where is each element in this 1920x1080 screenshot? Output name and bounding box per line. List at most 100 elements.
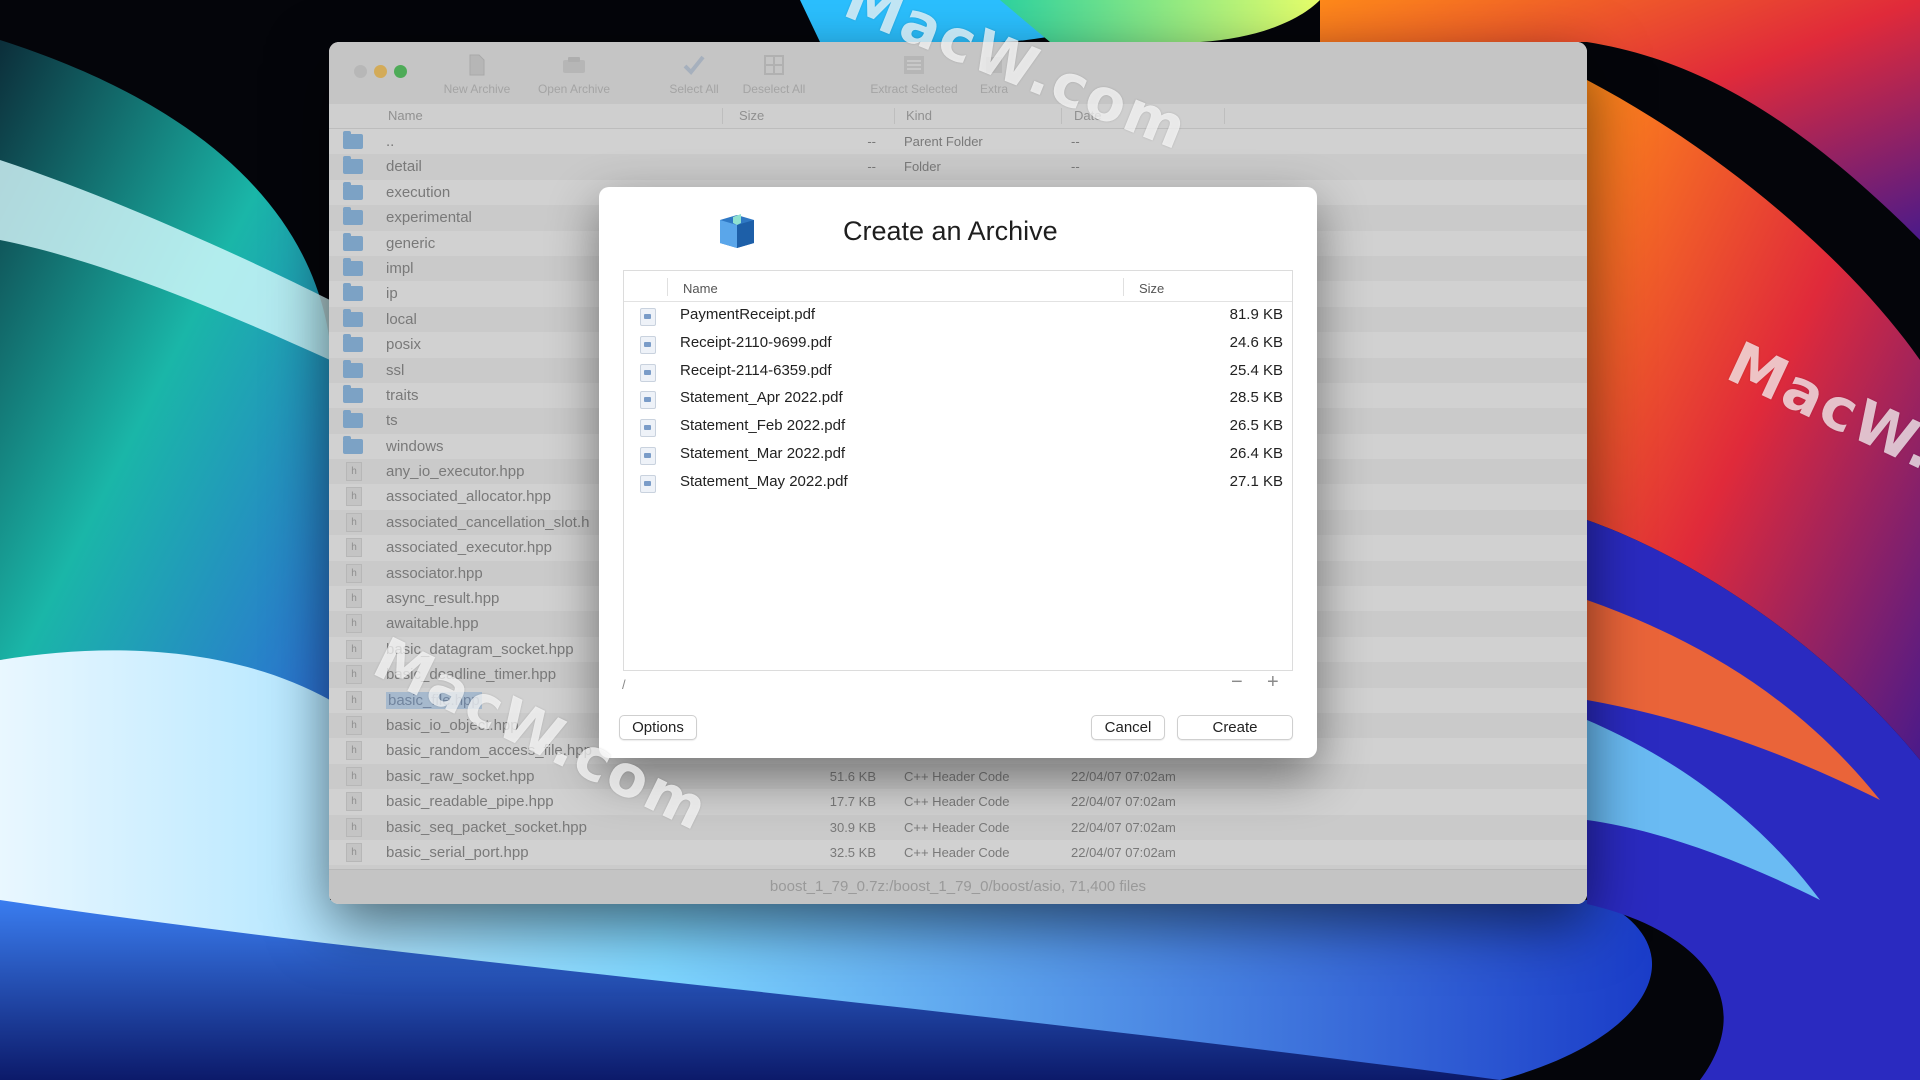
file-name: local (386, 311, 417, 328)
column-kind[interactable]: Kind (906, 108, 932, 123)
file-name: basic_serial_port.hpp (386, 844, 529, 861)
column-name[interactable]: Name (388, 108, 423, 123)
pdf-file-icon (640, 419, 656, 438)
file-size: 24.6 KB (1229, 333, 1283, 351)
header-file-icon: h (346, 792, 362, 812)
file-name: Statement_Feb 2022.pdf (680, 417, 846, 435)
header-file-icon: h (346, 715, 362, 735)
column-divider[interactable] (667, 278, 668, 296)
folder-icon (343, 156, 363, 175)
file-row[interactable]: detail -- Folder -- (329, 154, 1587, 180)
folder-icon (343, 283, 363, 302)
header-file-icon: h (346, 665, 362, 685)
file-name-text: associated_executor.hpp (386, 539, 552, 557)
column-size[interactable]: Size (739, 108, 764, 123)
extract-button[interactable]: Extra (969, 52, 1019, 96)
file-name: ts (386, 412, 398, 429)
file-size: 30.9 KB (829, 819, 876, 835)
folder-icon (343, 435, 363, 454)
file-name: experimental (386, 209, 472, 226)
column-divider[interactable] (1224, 108, 1225, 124)
folder-icon (343, 131, 363, 149)
file-name: ip (386, 285, 398, 302)
file-name-text: generic (386, 234, 436, 252)
file-name: awaitable.hpp (386, 615, 479, 632)
deselect-all-label: Deselect All (742, 82, 806, 96)
add-file-button[interactable]: + (1267, 671, 1279, 694)
header-file-icon: h (346, 462, 362, 482)
file-date: 22/04/07 07:02am (1071, 844, 1176, 860)
file-row[interactable]: h basic_readable_pipe.hpp 17.7 KB C++ Heade… (329, 789, 1587, 815)
pdf-file-icon (640, 474, 656, 493)
file-name: execution (386, 184, 450, 201)
file-size: 17.7 KB (829, 794, 876, 810)
folder-icon (343, 359, 363, 378)
file-name: basic_deadline_timer.hpp (386, 666, 556, 683)
archive-file-row[interactable]: Statement_May 2022.pdf 27.1 KB (624, 469, 1292, 497)
header-file-icon: h (346, 639, 362, 659)
file-size: 28.5 KB (1229, 389, 1283, 407)
file-size: -- (867, 159, 876, 175)
file-row[interactable]: h basic_seq_packet_socket.hpp 30.9 KB C++ H… (329, 814, 1587, 840)
archive-file-row[interactable]: Statement_Feb 2022.pdf 26.5 KB (624, 413, 1292, 441)
deselect-all-button[interactable]: Deselect All (729, 52, 819, 96)
file-name-text: posix (386, 336, 422, 354)
file-size: 51.6 KB (829, 768, 876, 784)
file-name-text: local (386, 310, 417, 328)
list-icon (859, 52, 969, 78)
file-name: Statement_Apr 2022.pdf (680, 389, 843, 407)
close-window-button[interactable] (354, 65, 367, 78)
file-name-text: windows (386, 437, 444, 455)
header-file-icon: h (346, 817, 362, 837)
folder-icon (343, 308, 363, 327)
file-name: windows (386, 438, 444, 455)
file-name: basic_raw_socket.hpp (386, 768, 534, 785)
archive-file-row[interactable]: Statement_Mar 2022.pdf 26.4 KB (624, 441, 1292, 469)
minimize-window-button[interactable] (374, 65, 387, 78)
file-row[interactable]: h basic_raw_socket.hpp 51.6 KB C++ Header C… (329, 763, 1587, 790)
file-size: 25.4 KB (1229, 361, 1283, 379)
file-row[interactable]: h basic_serial_port.hpp 32.5 KB C++ Header … (329, 839, 1587, 866)
file-name: PaymentReceipt.pdf (680, 306, 816, 323)
create-button[interactable]: Create (1177, 715, 1293, 740)
options-button[interactable]: Options (619, 715, 697, 740)
archive-file-row[interactable]: Receipt-2110-9699.pdf 24.6 KB (624, 330, 1292, 358)
open-archive-icon (529, 52, 619, 78)
column-divider[interactable] (1061, 108, 1062, 124)
file-name: basic_random_access_file.hpp (386, 742, 592, 759)
column-divider[interactable] (1123, 278, 1124, 296)
file-name: detail (386, 158, 422, 175)
file-date: 22/04/07 07:02am (1071, 768, 1176, 784)
zoom-window-button[interactable] (394, 65, 407, 78)
archive-file-row[interactable]: Statement_Apr 2022.pdf 28.5 KB (624, 385, 1292, 413)
remove-file-button[interactable]: − (1231, 671, 1243, 694)
file-name: Statement_Mar 2022.pdf (680, 444, 846, 462)
extract-selected-button[interactable]: Extract Selected (859, 52, 969, 96)
file-name: posix (386, 336, 421, 353)
header-file-icon: h (346, 487, 362, 507)
column-date[interactable]: Date (1074, 108, 1101, 123)
create-archive-dialog: Create an Archive Name Size PaymentRecei… (599, 187, 1317, 758)
file-table-rows: PaymentReceipt.pdf 81.9 KB Receipt-2110-96… (624, 302, 1292, 497)
extract-icon (969, 52, 1019, 78)
column-name[interactable]: Name (683, 281, 718, 296)
column-divider[interactable] (722, 108, 723, 124)
column-divider[interactable] (894, 108, 895, 124)
new-archive-button[interactable]: New Archive (437, 52, 517, 96)
file-list-header: Name Size Kind Date (329, 104, 1587, 129)
document-icon (437, 52, 517, 78)
pdf-file-icon (640, 308, 656, 326)
file-name-text: async_result.hpp (386, 590, 500, 608)
archive-file-row[interactable]: Receipt-2114-6359.pdf 25.4 KB (624, 358, 1292, 386)
header-file-icon: h (346, 512, 362, 532)
file-date: 22/04/07 07:02am (1071, 819, 1176, 835)
open-archive-button[interactable]: Open Archive (529, 52, 619, 96)
file-date: 22/04/07 07:02am (1071, 794, 1176, 810)
archive-file-row[interactable]: PaymentReceipt.pdf 81.9 KB (624, 302, 1292, 330)
column-size[interactable]: Size (1139, 281, 1164, 296)
select-all-button[interactable]: Select All (659, 52, 729, 96)
file-row[interactable]: .. -- Parent Folder -- (329, 129, 1587, 155)
cancel-button[interactable]: Cancel (1091, 715, 1165, 740)
file-name: basic_file.hpp (386, 691, 482, 709)
pdf-file-icon (640, 335, 656, 354)
